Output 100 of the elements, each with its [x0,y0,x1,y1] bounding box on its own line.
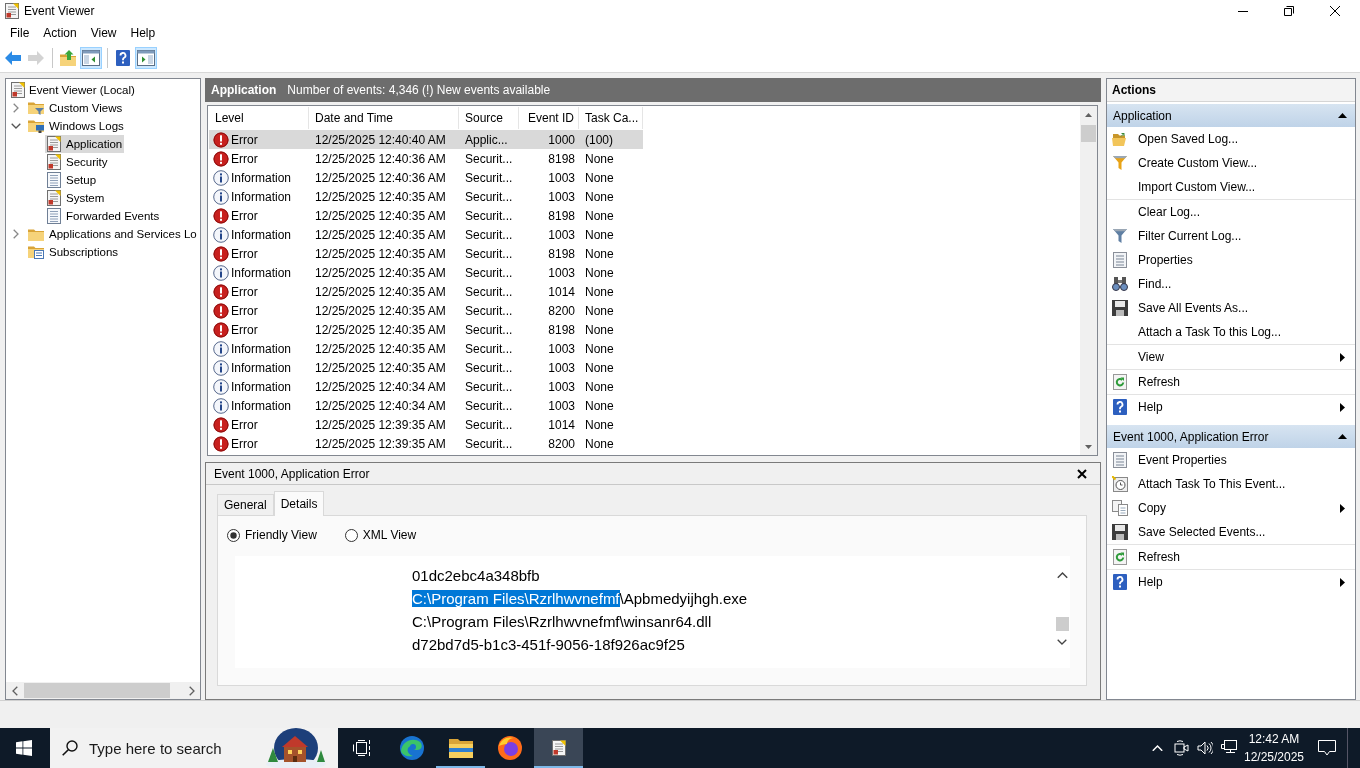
scrollbar[interactable] [1080,106,1097,455]
table-row[interactable]: Information 12/25/2025 12:40:35 AM Securit... 1003 None [209,263,643,282]
scrollbar-thumb[interactable] [24,683,170,698]
table-row[interactable]: Information 12/25/2025 12:40:35 AM Securit... 1003 None [209,225,643,244]
menu-item[interactable]: View [83,23,124,43]
section-header[interactable]: Application [1107,104,1355,127]
tree-item[interactable]: Windows Logs [26,117,126,135]
column-header[interactable]: Task Ca... [579,107,643,129]
menu-item[interactable]: File [3,23,37,43]
speaker-icon[interactable] [1197,740,1213,756]
action-pane-toggle[interactable] [135,47,157,69]
command-link[interactable]: Save Selected Events... [1107,520,1355,544]
chevron-right-icon[interactable] [13,103,19,113]
clock-icon [1112,476,1128,492]
command-link[interactable]: Clear Log... [1107,199,1355,224]
radio-icon[interactable] [344,528,358,542]
menu-item[interactable]: Help [123,23,163,43]
clock[interactable]: 12:42 AM 12/25/2025 [1241,730,1307,766]
command-link[interactable]: Copy [1107,496,1355,520]
table-row[interactable]: Information 12/25/2025 12:40:35 AM Securit... 1003 None [209,358,643,377]
console-tree-toggle[interactable] [80,47,102,69]
command-link[interactable]: Open Saved Log... [1107,127,1355,151]
table-row[interactable]: Information 12/25/2025 12:40:35 AM Securit... 1003 None [209,339,643,358]
folder-icon[interactable] [448,738,473,758]
caret-up-icon[interactable] [1338,434,1347,439]
command-link[interactable]: Properties [1107,248,1355,272]
command-link[interactable]: Help [1107,569,1355,594]
notification-icon[interactable] [1318,740,1336,756]
folder-up-icon [60,50,76,66]
column-header[interactable]: Event ID [519,107,579,129]
tree-item[interactable]: System [45,189,107,207]
caret-down-icon[interactable] [1085,444,1092,449]
command-link[interactable]: Create Custom View... [1107,151,1355,175]
table-row[interactable]: Error 12/25/2025 12:40:35 AM Securit... 8200 None [209,301,643,320]
table-row[interactable]: Error 12/25/2025 12:39:35 AM Securit... 1014 None [209,415,643,434]
table-cell-text: 12/25/2025 12:40:35 AM [314,207,447,225]
task-view-icon[interactable] [352,739,373,757]
command-link[interactable]: Help [1107,394,1355,419]
radio-icon[interactable] [227,528,240,542]
command-link[interactable]: Refresh [1107,544,1355,569]
table-row[interactable]: Information 12/25/2025 12:40:36 AM Securit... 1003 None [209,168,643,187]
tree-item[interactable]: Application [45,135,125,153]
table-cell-text: 12/25/2025 12:40:40 AM [314,131,447,149]
tree-item[interactable]: Subscriptions [26,243,121,261]
menu-item[interactable]: Action [36,23,84,43]
scrollbar-thumb[interactable] [1055,616,1069,631]
table-row[interactable]: Information 12/25/2025 12:40:34 AM Securit... 1003 None [209,396,643,415]
error-icon [213,131,229,148]
network-icon[interactable] [1221,740,1237,756]
command-link[interactable]: Import Custom View... [1107,175,1355,199]
up-level-button[interactable] [57,47,79,69]
table-row[interactable]: Error 12/25/2025 12:40:35 AM Securit... 8198 None [209,244,643,263]
radio-button[interactable]: XML View [344,526,417,544]
table-row[interactable]: Information 12/25/2025 12:40:34 AM Securit... 1003 None [209,377,643,396]
log-page-icon [47,172,61,188]
table-row[interactable]: Error 12/25/2025 12:40:35 AM Securit... 8198 None [209,206,643,225]
command-link[interactable]: Event Properties [1107,448,1355,472]
tree-item[interactable]: Applications and Services Lo [26,225,199,243]
command-link[interactable]: Attach a Task To this Log... [1107,320,1355,344]
table-cell: Error [231,417,258,432]
command-link[interactable]: Refresh [1107,369,1355,394]
tree-item[interactable]: Setup [45,171,99,189]
scrollbar-thumb[interactable] [1081,125,1096,142]
table-row[interactable]: Error 12/25/2025 12:40:35 AM Securit... 1014 None [209,282,643,301]
chevron-down-icon[interactable] [11,123,21,129]
event-log-icon[interactable] [551,740,566,756]
tree-item[interactable]: Security [45,153,110,171]
table-row[interactable]: Error 12/25/2025 12:40:40 AM Applic... 1000 (100) [209,130,643,149]
radio-button[interactable]: Friendly View [227,526,317,544]
camera-icon[interactable] [1173,740,1189,756]
tree-item[interactable]: Forwarded Events [45,207,162,225]
chevron-down-icon[interactable] [1057,638,1067,645]
browser-icon[interactable] [399,736,424,760]
command-link[interactable]: Attach Task To This Event... [1107,472,1355,496]
column-header[interactable]: Level [209,107,309,129]
tree-item[interactable]: Custom Views [26,99,125,117]
tree-item[interactable]: Event Viewer (Local) [9,81,137,99]
command-link[interactable]: View [1107,344,1355,369]
table-row[interactable]: Information 12/25/2025 12:40:35 AM Securit... 1003 None [209,187,643,206]
chevron-right-icon[interactable] [188,685,195,696]
section-header[interactable]: Event 1000, Application Error [1107,425,1355,448]
tab[interactable]: Details [273,491,325,516]
column-header[interactable]: Source [459,107,519,129]
caret-up-icon[interactable] [1338,113,1347,118]
table-row[interactable]: Error 12/25/2025 12:39:35 AM Securit... 8200 None [209,434,643,453]
chevron-left-icon[interactable] [11,685,18,696]
command-link[interactable]: Find... [1107,272,1355,296]
command-link[interactable]: Save All Events As... [1107,296,1355,320]
browser-icon[interactable] [497,736,522,760]
tab[interactable]: General [217,494,274,515]
column-header[interactable]: Date and Time [309,107,459,129]
scrollbar[interactable] [6,682,200,699]
chevron-right-icon[interactable] [13,229,19,239]
search-field[interactable]: Type here to search [89,739,249,757]
table-row[interactable]: Error 12/25/2025 12:40:35 AM Securit... 8198 None [209,320,643,339]
table-cell-text: None [584,245,615,263]
chevron-up-icon[interactable] [1056,572,1068,579]
table-row[interactable]: Error 12/25/2025 12:40:36 AM Securit... 8198 None [209,149,643,168]
taskbar-button[interactable] [534,728,583,768]
command-link[interactable]: Filter Current Log... [1107,224,1355,248]
